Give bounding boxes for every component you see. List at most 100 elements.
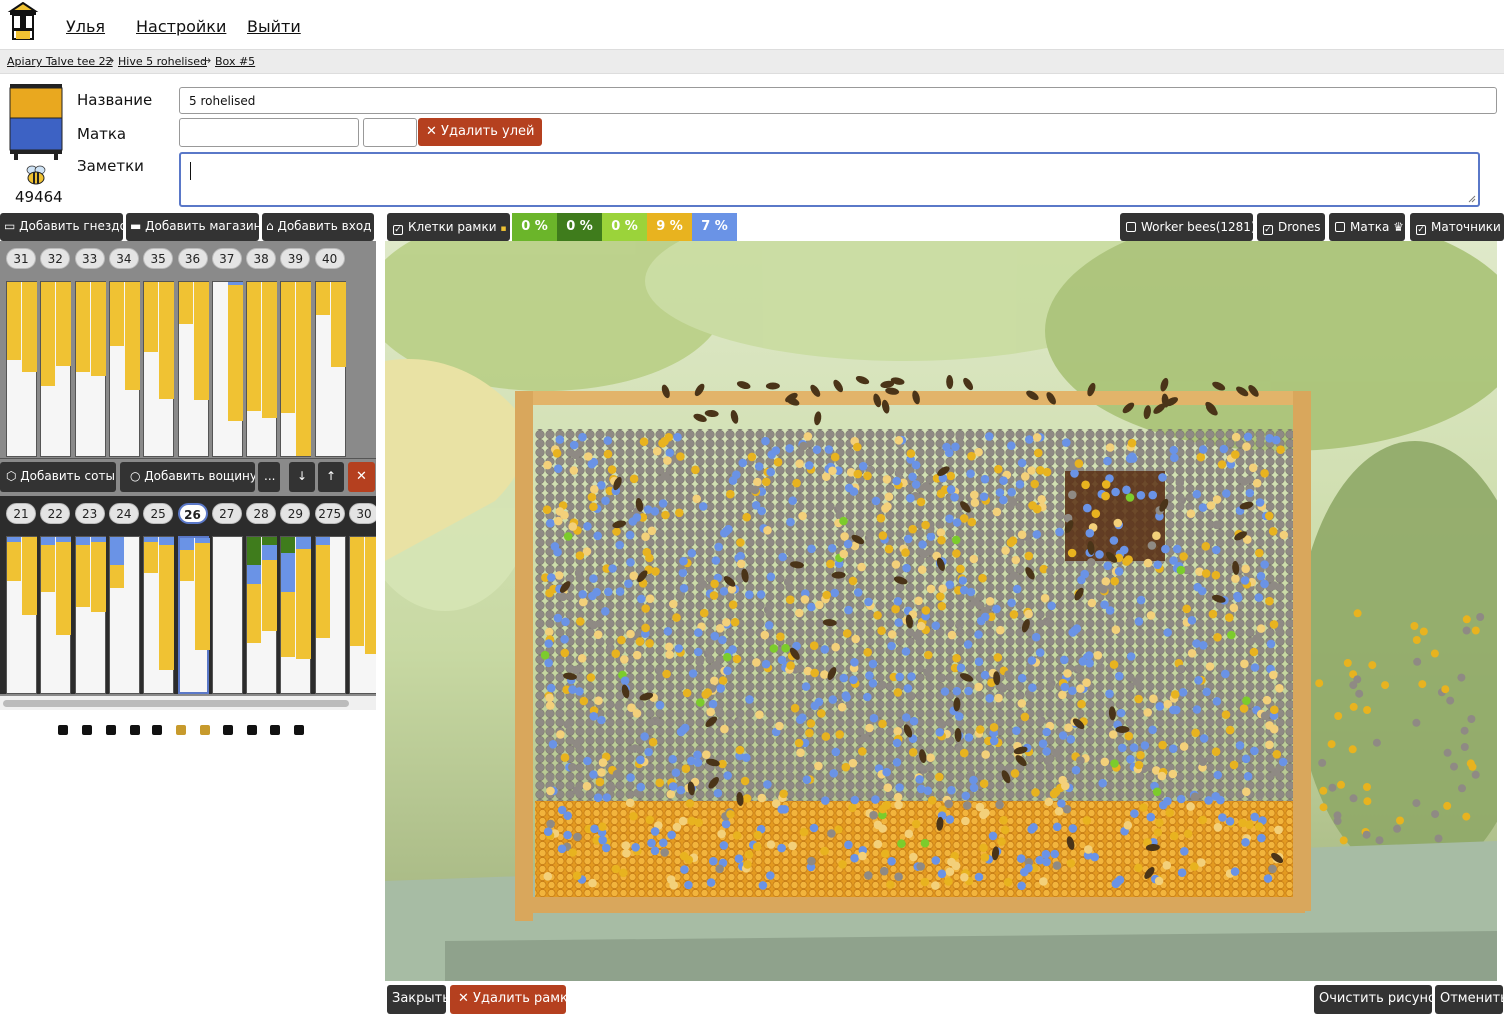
- frame-number-37[interactable]: 37: [211, 248, 242, 269]
- delete-hive-button[interactable]: ✕ Удалить улей: [418, 118, 543, 146]
- notes-textarea[interactable]: [179, 152, 1480, 207]
- frame-column-36[interactable]: [177, 281, 209, 457]
- queen-year-field[interactable]: [363, 118, 417, 147]
- frame-column-21[interactable]: [6, 536, 37, 694]
- frame-number-34[interactable]: 34: [108, 248, 139, 269]
- mini-frame-icon[interactable]: [152, 725, 162, 735]
- nav-logout-link[interactable]: Выйти: [247, 17, 301, 36]
- frame-number-31[interactable]: 31: [6, 248, 36, 269]
- queen-cells-toggle[interactable]: ✓ Маточники: [1410, 213, 1504, 241]
- add-entrance-button[interactable]: ⌂ Добавить вход: [262, 213, 374, 241]
- add-nest-button[interactable]: ▭ Добавить гнездо: [0, 213, 123, 241]
- frame-number-33[interactable]: 33: [74, 248, 105, 269]
- breadcrumb-apiary[interactable]: Apiary Talve tee 22: [7, 55, 113, 68]
- frame-column-34[interactable]: [108, 281, 140, 457]
- frame-number-275[interactable]: 275: [314, 503, 345, 524]
- frame-segment: [281, 591, 296, 658]
- frame-number-35[interactable]: 35: [143, 248, 174, 269]
- frame-column-40[interactable]: [314, 281, 346, 457]
- add-super-button[interactable]: ▬ Добавить магазин: [126, 213, 259, 241]
- frame-number-40[interactable]: 40: [314, 248, 345, 269]
- frame-column-39[interactable]: [280, 281, 312, 457]
- frame-number-22[interactable]: 22: [40, 503, 71, 524]
- frame-column-25[interactable]: [143, 536, 175, 694]
- cell-marker: [641, 604, 650, 613]
- frame-column-23[interactable]: [74, 536, 106, 694]
- cell-marker: [1225, 725, 1235, 735]
- mini-frame-icon[interactable]: [176, 725, 186, 735]
- cell-marker: [763, 605, 773, 615]
- frame-column-27[interactable]: [211, 536, 243, 694]
- frame-number-39[interactable]: 39: [280, 248, 311, 269]
- mini-frame-icon[interactable]: [58, 725, 68, 735]
- mini-frame-icon[interactable]: [200, 725, 210, 735]
- frame-number-21[interactable]: 21: [6, 503, 36, 524]
- cell-marker: [1239, 704, 1249, 713]
- frames-scrollbar[interactable]: [0, 696, 376, 710]
- frame-column-22[interactable]: [40, 536, 72, 694]
- frame-column-26[interactable]: [177, 536, 210, 694]
- worker-bees-toggle[interactable]: Worker bees(1281): [1120, 213, 1256, 241]
- frame-number-32[interactable]: 32: [40, 248, 71, 269]
- mini-frame-icon[interactable]: [82, 725, 92, 735]
- drones-toggle[interactable]: ✓ Drones: [1257, 213, 1325, 241]
- frame-column-33[interactable]: [74, 281, 106, 457]
- more-button[interactable]: ...: [258, 462, 280, 492]
- mini-frame-icon[interactable]: [270, 725, 280, 735]
- frame-number-38[interactable]: 38: [246, 248, 277, 269]
- breadcrumb-hive[interactable]: Hive 5 rohelised: [118, 55, 207, 68]
- frame-number-28[interactable]: 28: [246, 503, 277, 524]
- frame-column-38[interactable]: [246, 281, 278, 457]
- add-comb-button[interactable]: ⬡ Добавить соты: [0, 462, 116, 492]
- queen-toggle[interactable]: Матка ♛: [1329, 213, 1405, 241]
- frame-number-29[interactable]: 29: [280, 503, 311, 524]
- frame-column-32[interactable]: [40, 281, 72, 457]
- frame-column-31[interactable]: [6, 281, 37, 457]
- nav-hives-link[interactable]: Улья: [66, 17, 105, 36]
- scrollbar-thumb[interactable]: [3, 700, 349, 707]
- frame-segment: [330, 282, 346, 368]
- frame-segment: [247, 282, 262, 411]
- mini-frame-icon[interactable]: [106, 725, 116, 735]
- frame-cells-toggle[interactable]: ✓ Клетки рамки ▪: [387, 213, 510, 241]
- mini-frame-icon[interactable]: [294, 725, 304, 735]
- frame-column-24[interactable]: [108, 536, 140, 694]
- frame-number-26[interactable]: 26: [177, 503, 208, 524]
- cancel-button[interactable]: Отменить: [1435, 985, 1503, 1014]
- delete-frame-button[interactable]: ✕ Удалить рамку: [450, 985, 576, 1014]
- cell-marker: [611, 649, 621, 658]
- breadcrumb-box[interactable]: Box #5: [215, 55, 255, 68]
- hive-logo-icon[interactable]: [6, 2, 40, 42]
- frame-number-23[interactable]: 23: [74, 503, 105, 524]
- add-foundation-button[interactable]: ○ Добавить вощину: [120, 462, 255, 492]
- cell-marker: [572, 739, 581, 749]
- mini-frame-icon[interactable]: [247, 725, 257, 735]
- frame-number-30[interactable]: 30: [349, 503, 376, 524]
- cell-marker: [1076, 684, 1085, 693]
- frame-column-28[interactable]: [246, 536, 278, 694]
- move-down-button[interactable]: ↓: [289, 462, 315, 492]
- frame-column-37[interactable]: [211, 281, 243, 457]
- clear-drawing-button[interactable]: Очистить рисунок: [1314, 985, 1432, 1014]
- frame-number-27[interactable]: 27: [211, 503, 242, 524]
- queen-name-field[interactable]: [179, 118, 359, 147]
- frame-number-36[interactable]: 36: [177, 248, 208, 269]
- close-button[interactable]: Закрыть: [387, 985, 446, 1014]
- move-up-button[interactable]: ↑: [318, 462, 344, 492]
- frame-column-275[interactable]: [314, 536, 346, 694]
- cell-marker: [602, 793, 612, 802]
- frame-column-29[interactable]: [280, 536, 312, 694]
- frame-number-25[interactable]: 25: [143, 503, 174, 524]
- cell-marker: [873, 839, 883, 849]
- resize-handle-icon[interactable]: [1468, 195, 1476, 203]
- nav-settings-link[interactable]: Настройки: [136, 17, 226, 36]
- frame-number-24[interactable]: 24: [108, 503, 139, 524]
- frame-column-30[interactable]: [349, 536, 376, 694]
- hive-name-field[interactable]: 5 rohelised: [179, 87, 1497, 114]
- cell-marker: [919, 549, 929, 559]
- frame-column-35[interactable]: [143, 281, 175, 457]
- mini-frame-icon[interactable]: [130, 725, 140, 735]
- mini-frame-icon[interactable]: [223, 725, 233, 735]
- remove-frame-icon-button[interactable]: ✕: [348, 462, 375, 492]
- frame-photo[interactable]: [385, 241, 1497, 981]
